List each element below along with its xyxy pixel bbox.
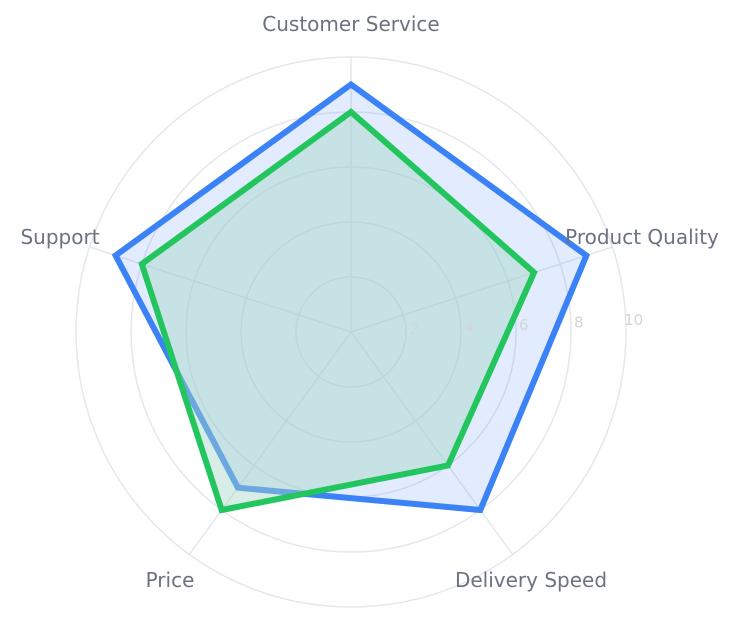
axis-label: Support: [20, 225, 99, 249]
radar-chart: 2 4 6 8 10 Customer Service Product Quality De…: [0, 0, 744, 624]
tick-label: 6: [519, 316, 529, 334]
axis-label: Product Quality: [565, 225, 719, 249]
tick-label: 10: [624, 311, 643, 329]
axis-label: Price: [146, 568, 195, 592]
tick-label: 2: [409, 321, 419, 339]
radar-series-areas: [111, 80, 591, 514]
tick-label: 4: [464, 318, 474, 336]
radar-chart-svg: 2 4 6 8 10 Customer Service Product Quality De…: [20, 12, 719, 608]
axis-label: Customer Service: [262, 12, 439, 36]
tick-label: 8: [574, 313, 584, 331]
axis-label: Delivery Speed: [455, 568, 607, 592]
